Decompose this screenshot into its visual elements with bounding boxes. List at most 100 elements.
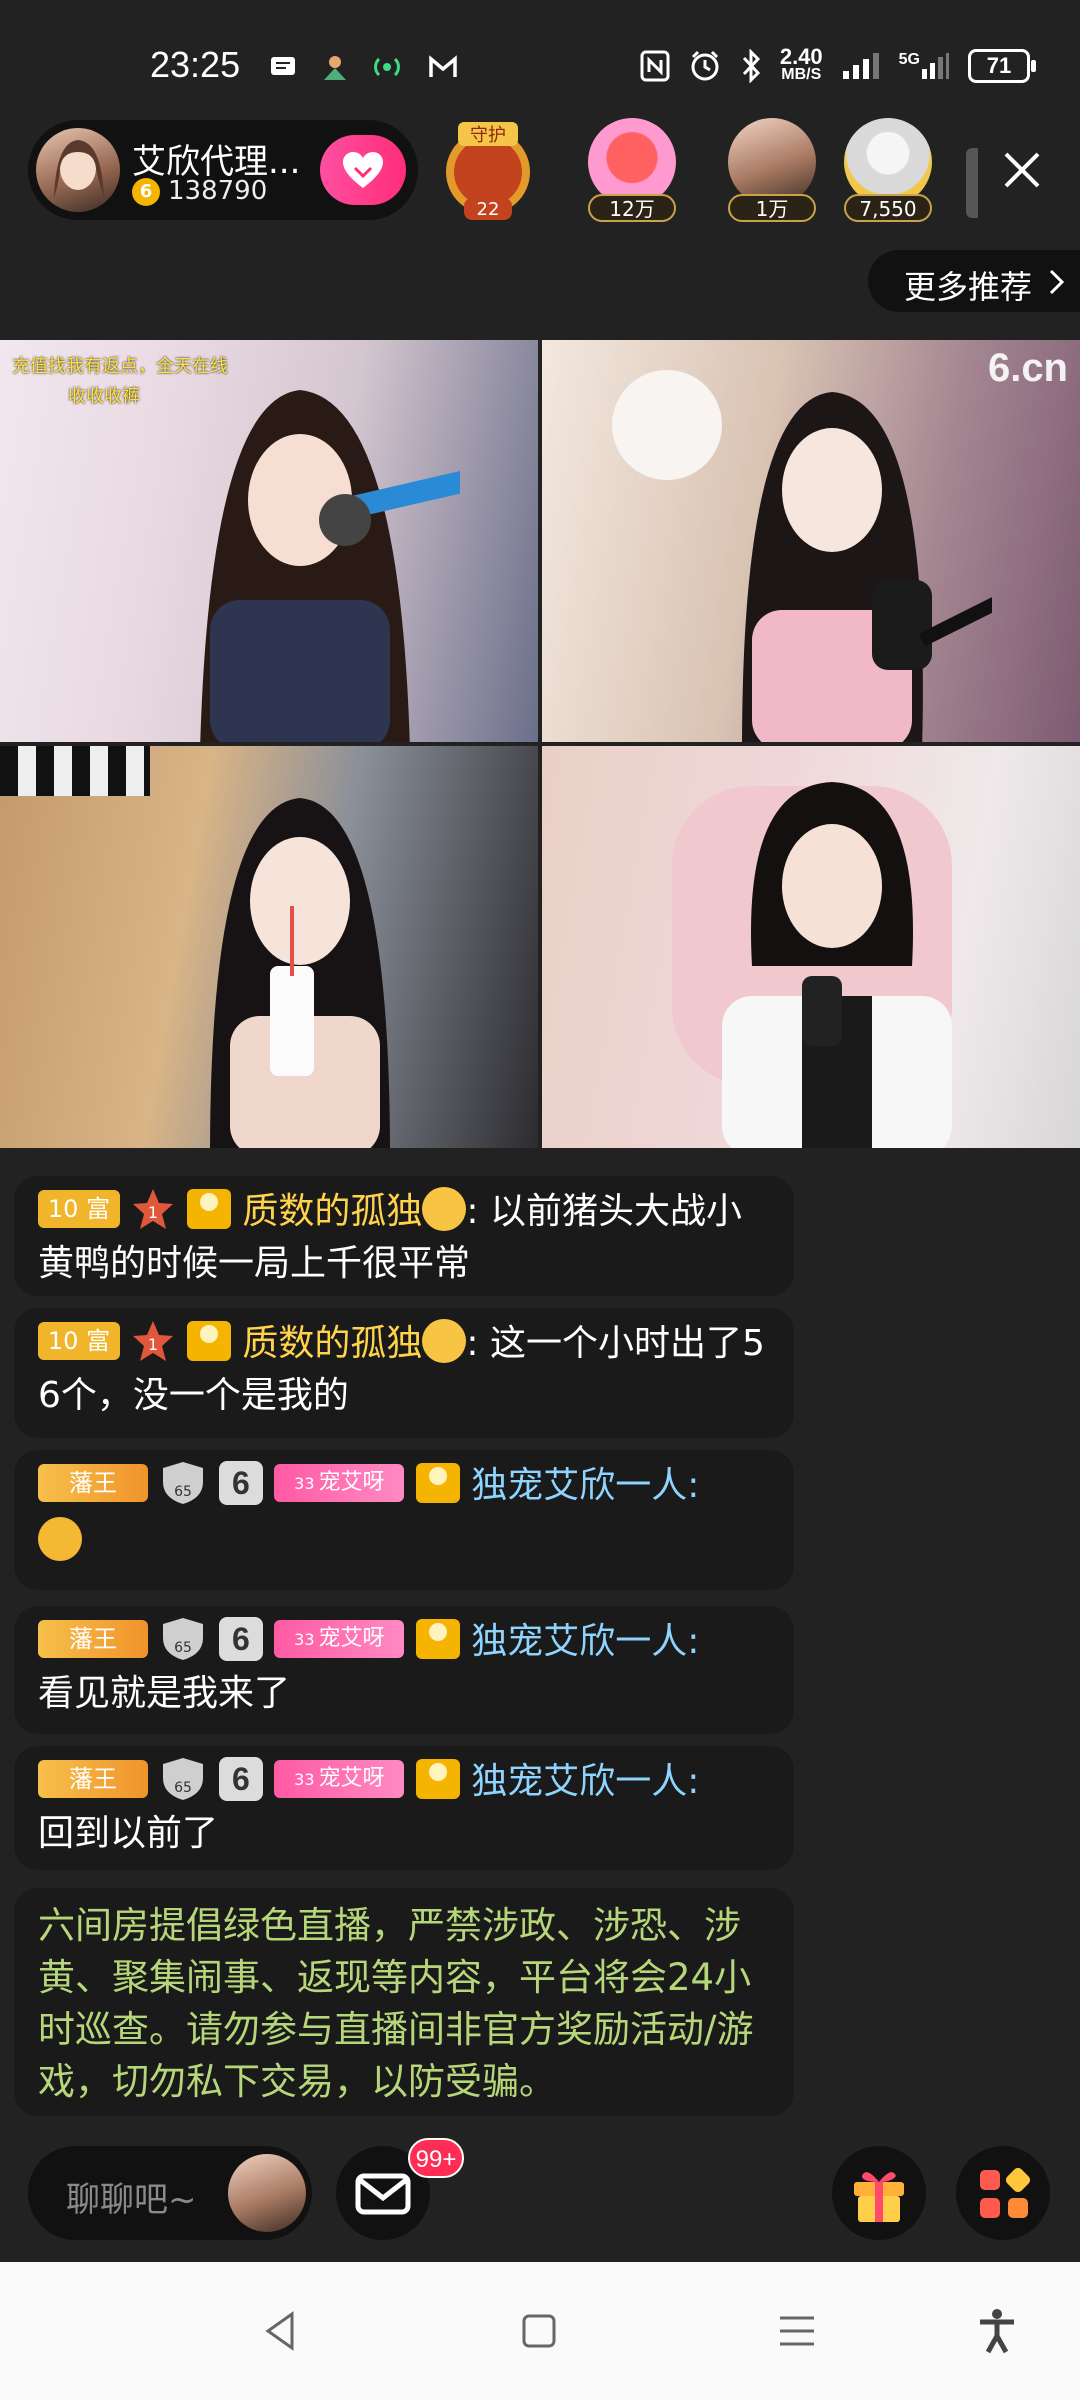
more-recommend-button[interactable]: 更多推荐 (868, 250, 1080, 312)
svg-text:1: 1 (148, 1335, 158, 1354)
pet-fan-name: 宠艾呀 (318, 1626, 385, 1651)
tile-1-note-line2: 收收收裤 (68, 386, 140, 407)
viewer-list-overflow (966, 148, 978, 218)
chevron-right-icon (1049, 269, 1065, 295)
tile-2-logo: 6.cn (987, 346, 1068, 390)
video-grid: 充值找我有返点，全天在线 收收收裤 6.cn (0, 340, 1080, 1148)
host-avatar[interactable] (36, 128, 120, 212)
viewer-avatar-3[interactable]: 7,550 (836, 118, 936, 222)
guard-count: 22 (477, 199, 500, 220)
six-room-badge: 6 (218, 1617, 263, 1661)
viewer-avatar-1-image (588, 118, 676, 206)
chat-text: 回到以前了 (38, 1813, 219, 1854)
host-card[interactable]: 艾欣代理... 6 138790 (28, 120, 418, 220)
six-room-badge: 6 (218, 1757, 263, 1801)
chat-username[interactable]: 独宠艾欣一人 (471, 1761, 687, 1802)
signal-5g-icon (922, 53, 949, 79)
net-speed-unit: MB/S (781, 66, 822, 83)
chat-username[interactable]: 质数的孤独 (242, 1191, 422, 1232)
pet-fan-level: 33 (294, 1474, 315, 1493)
rich-level-badge: 10 富 (38, 1190, 120, 1228)
chat-separator: : (687, 1465, 700, 1506)
status-bar: 23:25 2.40 MB/S 5G 71 (0, 0, 1080, 110)
sad-face-icon (422, 1319, 467, 1363)
chat-username[interactable]: 独宠艾欣一人 (471, 1621, 687, 1662)
video-tile-3[interactable] (0, 746, 538, 1148)
viewer-avatar-2-image (728, 118, 816, 206)
more-recommend-label: 更多推荐 (904, 268, 1033, 306)
video-tile-4[interactable] (542, 746, 1080, 1148)
sleepy-face-emoji-icon (38, 1517, 82, 1561)
chat-username[interactable]: 独宠艾欣一人 (471, 1465, 687, 1506)
viewer-avatar-2[interactable]: 1万 (720, 118, 820, 222)
net-speed-value: 2.40 (779, 44, 823, 69)
host-avatar-face (54, 140, 104, 198)
viewer-count-1: 12万 (588, 194, 676, 222)
hotspot-icon (374, 57, 400, 77)
shield-level-icon: 65 (163, 1462, 204, 1504)
user-icon (415, 1619, 460, 1659)
fan-king-badge: 藩王 (38, 1620, 148, 1658)
guard-crest-icon: 守护 22 (446, 122, 530, 220)
chat-avatar[interactable] (228, 2154, 306, 2232)
pet-fan-badge: 33 宠艾呀 (274, 1760, 405, 1798)
streamer-3 (210, 798, 390, 1148)
pet-fan-level: 33 (294, 1630, 315, 1649)
signal-icon (842, 53, 879, 79)
svg-text:65: 65 (175, 1640, 193, 1656)
status-right-group: 2.40 MB/S 5G 71 (640, 44, 1036, 86)
rich-level-badge: 10 富 (38, 1322, 120, 1360)
chat-input[interactable]: 聊聊吧~ (28, 2146, 312, 2240)
video-tile-1[interactable]: 充值找我有返点，全天在线 收收收裤 (0, 340, 538, 742)
bluetooth-icon (742, 49, 760, 83)
sad-face-icon (422, 1187, 467, 1231)
status-time: 23:25 (150, 44, 241, 85)
message-icon (271, 57, 295, 75)
unread-badge: 99+ (408, 2138, 464, 2178)
signal-5g: 5G (899, 51, 950, 81)
nfc-icon (640, 50, 670, 82)
streamer-4 (722, 782, 952, 1148)
svg-text:65: 65 (175, 1484, 193, 1500)
menu-icon[interactable] (772, 2306, 822, 2356)
shield-level-icon: 65 (163, 1758, 204, 1800)
app-notification-icon (324, 56, 346, 80)
zebra-decor (0, 746, 150, 796)
back-icon[interactable] (256, 2306, 306, 2356)
viewer-avatar-3-image (844, 118, 932, 206)
host-coin-count: 138790 (168, 176, 268, 206)
video-tile-2[interactable]: 6.cn (542, 340, 1080, 742)
home-icon[interactable] (514, 2306, 564, 2356)
user-icon (415, 1759, 460, 1799)
viewer-count-3: 7,550 (844, 194, 932, 222)
apps-icon (980, 2167, 1031, 2218)
pet-fan-name: 宠艾呀 (318, 1766, 385, 1791)
user-icon (186, 1189, 231, 1229)
more-apps-button[interactable] (956, 2146, 1050, 2240)
star-rank-icon: 1 (133, 1189, 174, 1229)
svg-text:1: 1 (148, 1203, 158, 1222)
chat-separator: : (466, 1191, 490, 1232)
viewer-avatar-1[interactable]: 12万 (580, 118, 680, 222)
viewer-count-2: 1万 (728, 194, 816, 222)
heart-icon (343, 152, 383, 188)
coin-icon: 6 (132, 178, 160, 206)
battery-indicator: 71 (968, 49, 1036, 83)
gift-button[interactable] (832, 2146, 926, 2240)
accessibility-icon[interactable] (972, 2306, 1022, 2356)
alarm-icon (691, 50, 719, 81)
streamer-1 (200, 390, 460, 742)
close-icon[interactable] (992, 140, 1052, 200)
chat-emoji-line (38, 1516, 770, 1568)
chat-separator: : (687, 1621, 700, 1662)
guard-badge[interactable]: 守护 22 (436, 118, 536, 222)
follow-button[interactable] (320, 135, 406, 205)
chat-message-4: 藩王 65 6 33 宠艾呀 独宠艾欣一人: 看见就是我来了 (14, 1606, 794, 1734)
platform-notice: 六间房提倡绿色直播，严禁涉政、涉恐、涉黄、聚集闹事、返现等内容，平台将会24小时… (14, 1888, 794, 2116)
chat-separator: : (466, 1323, 490, 1364)
chat-username[interactable]: 质数的孤独 (242, 1323, 422, 1364)
svg-text:65: 65 (175, 1780, 193, 1796)
system-nav-bar (0, 2262, 1080, 2400)
tile-1-note-line1: 充值找我有返点，全天在线 (12, 356, 228, 377)
chat-message-2: 10 富 1 质数的孤独: 这一个小时出了5 6个，没一个是我的 (14, 1308, 794, 1438)
